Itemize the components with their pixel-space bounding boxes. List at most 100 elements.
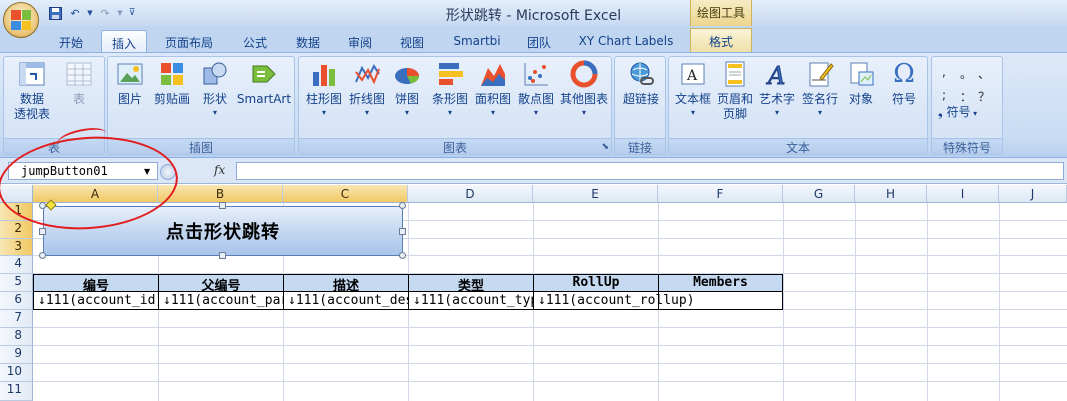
row-header-3[interactable]: 3 (0, 239, 33, 256)
column-header-b[interactable]: B (158, 185, 283, 203)
resize-handle[interactable] (39, 252, 46, 259)
gridline (855, 203, 856, 401)
textbox-button[interactable]: A 文本框 ▾ (671, 59, 715, 119)
tab-review[interactable]: 审阅 (338, 30, 382, 52)
tab-format[interactable]: 格式 (690, 28, 752, 52)
special-symbol-button[interactable]: ❟ 符号 ▾ (938, 103, 977, 120)
resize-handle[interactable] (39, 228, 46, 235)
row-header-9[interactable]: 9 (0, 346, 33, 364)
shapes-button[interactable]: 形状 ▾ (198, 59, 232, 119)
name-box[interactable]: jumpButton01 (8, 162, 158, 180)
worksheet-grid[interactable]: A B C D E F G H I J 1 2 3 4 5 6 7 8 9 10… (0, 185, 1067, 401)
pivot-table-label-2: 透视表 (13, 107, 50, 121)
scatter-chart-dropdown-icon: ▾ (533, 108, 538, 117)
formula-input[interactable] (236, 162, 1064, 180)
textbox-label: 文本框 (674, 92, 711, 106)
column-header-e[interactable]: E (533, 185, 658, 203)
header-cell-id[interactable]: 编号 (33, 274, 158, 294)
resize-handle[interactable] (399, 228, 406, 235)
insert-function-icon[interactable]: fx (214, 163, 225, 177)
column-chart-button[interactable]: 柱形图 ▾ (303, 59, 345, 119)
column-header-h[interactable]: H (855, 185, 927, 203)
row-header-11[interactable]: 11 (0, 382, 33, 401)
tab-team[interactable]: 团队 (518, 30, 560, 52)
group-text: A 文本框 ▾ 页眉和 页脚 A 艺术字 ▾ 签名行 ▾ 对象 Ω 符号 文本 (668, 56, 928, 155)
pie-chart-button[interactable]: 饼图 ▾ (391, 59, 423, 119)
excel-window: ↶ ▼ ↷ ▼ ⊽ 形状跳转 - Microsoft Excel 绘图工具 开始… (0, 0, 1067, 401)
row-header-2[interactable]: 2 (0, 221, 33, 239)
clipart-button[interactable]: 剪贴画 (152, 59, 192, 107)
symbol-question[interactable]: ？ (978, 88, 996, 105)
resize-handle[interactable] (219, 252, 226, 259)
special-symbols-grid: , 。 、 ; ： ？ (942, 65, 996, 105)
column-header-i[interactable]: I (927, 185, 999, 203)
data-cell-members[interactable] (658, 292, 783, 310)
select-all-corner[interactable] (0, 185, 33, 203)
data-cell-description[interactable]: ↓111(account_description) (283, 292, 408, 310)
charts-dialog-launcher-icon[interactable]: ⬊ (601, 142, 609, 152)
wordart-label: 艺术字 (758, 92, 795, 106)
data-cell-parent-id[interactable]: ↓111(account_parent) (158, 292, 283, 310)
area-chart-button[interactable]: 面积图 ▾ (472, 59, 514, 119)
resize-handle[interactable] (219, 202, 226, 209)
header-cell-description[interactable]: 描述 (283, 274, 408, 294)
hyperlink-button[interactable]: 超链接 (619, 59, 663, 107)
column-header-g[interactable]: G (783, 185, 855, 203)
row-header-1[interactable]: 1 (0, 203, 33, 221)
formula-bar-resize-grip[interactable] (160, 164, 176, 180)
row-header-7[interactable]: 7 (0, 310, 33, 328)
tab-view[interactable]: 视图 (390, 30, 434, 52)
line-chart-button[interactable]: 折线图 ▾ (346, 59, 388, 119)
tab-page-layout[interactable]: 页面布局 (157, 30, 221, 52)
header-footer-button[interactable]: 页眉和 页脚 (715, 59, 755, 122)
header-cell-type[interactable]: 类型 (408, 274, 533, 294)
signature-line-button[interactable]: 签名行 ▾ (799, 59, 841, 119)
smartart-icon (249, 59, 279, 89)
wordart-dropdown-icon: ▾ (774, 108, 779, 117)
row-header-8[interactable]: 8 (0, 328, 33, 346)
column-header-d[interactable]: D (408, 185, 533, 203)
svg-text:A: A (686, 68, 698, 84)
row-header-6[interactable]: 6 (0, 292, 33, 310)
office-button[interactable] (3, 2, 39, 38)
object-button[interactable]: 对象 (843, 59, 879, 107)
wordart-button[interactable]: A 艺术字 ▾ (757, 59, 797, 119)
pivot-table-button[interactable]: 数据 透视表 (10, 59, 54, 122)
symbol-button[interactable]: Ω 符号 (883, 59, 925, 107)
header-cell-parent-id[interactable]: 父编号 (158, 274, 283, 294)
other-charts-button[interactable]: 其他图表 ▾ (558, 59, 610, 119)
tab-xy-chart-labels[interactable]: XY Chart Labels (570, 30, 682, 52)
tab-insert[interactable]: 插入 (101, 30, 147, 52)
header-cell-rollup[interactable]: RollUp (533, 274, 658, 292)
row-header-4[interactable]: 4 (0, 256, 33, 274)
bar-chart-button[interactable]: 条形图 ▾ (429, 59, 471, 119)
column-header-f[interactable]: F (658, 185, 783, 203)
tab-data[interactable]: 数据 (286, 30, 330, 52)
resize-handle[interactable] (399, 252, 406, 259)
data-cell-type[interactable]: ↓111(account_type) (408, 292, 533, 310)
header-cell-members[interactable]: Members (658, 274, 783, 292)
column-header-c[interactable]: C (283, 185, 408, 203)
gridline (999, 203, 1000, 401)
column-header-j[interactable]: J (999, 185, 1067, 203)
symbol-enumeration-comma[interactable]: 、 (978, 65, 996, 82)
picture-button[interactable]: 图片 (112, 59, 148, 107)
resize-handle[interactable] (399, 202, 406, 209)
name-box-dropdown-icon[interactable]: ▼ (144, 167, 150, 176)
tab-smartbi[interactable]: Smartbi (444, 30, 510, 52)
table-button[interactable]: 表 (62, 59, 96, 107)
symbol-period[interactable]: 。 (960, 65, 978, 82)
tab-formulas[interactable]: 公式 (232, 30, 278, 52)
smartart-button[interactable]: SmartArt (236, 59, 292, 107)
symbol-comma[interactable]: , (942, 65, 960, 82)
scatter-chart-button[interactable]: 散点图 ▾ (515, 59, 557, 119)
tab-home[interactable]: 开始 (48, 30, 94, 52)
jump-button-shape[interactable]: 点击形状跳转 (43, 206, 403, 256)
bar-chart-icon (435, 59, 465, 89)
shapes-label: 形状 (202, 92, 227, 106)
gridline (783, 203, 784, 401)
data-cell-id[interactable]: ↓111(account_id) (33, 292, 158, 310)
row-header-10[interactable]: 10 (0, 364, 33, 382)
row-header-5[interactable]: 5 (0, 274, 33, 292)
picture-label: 图片 (117, 92, 142, 106)
